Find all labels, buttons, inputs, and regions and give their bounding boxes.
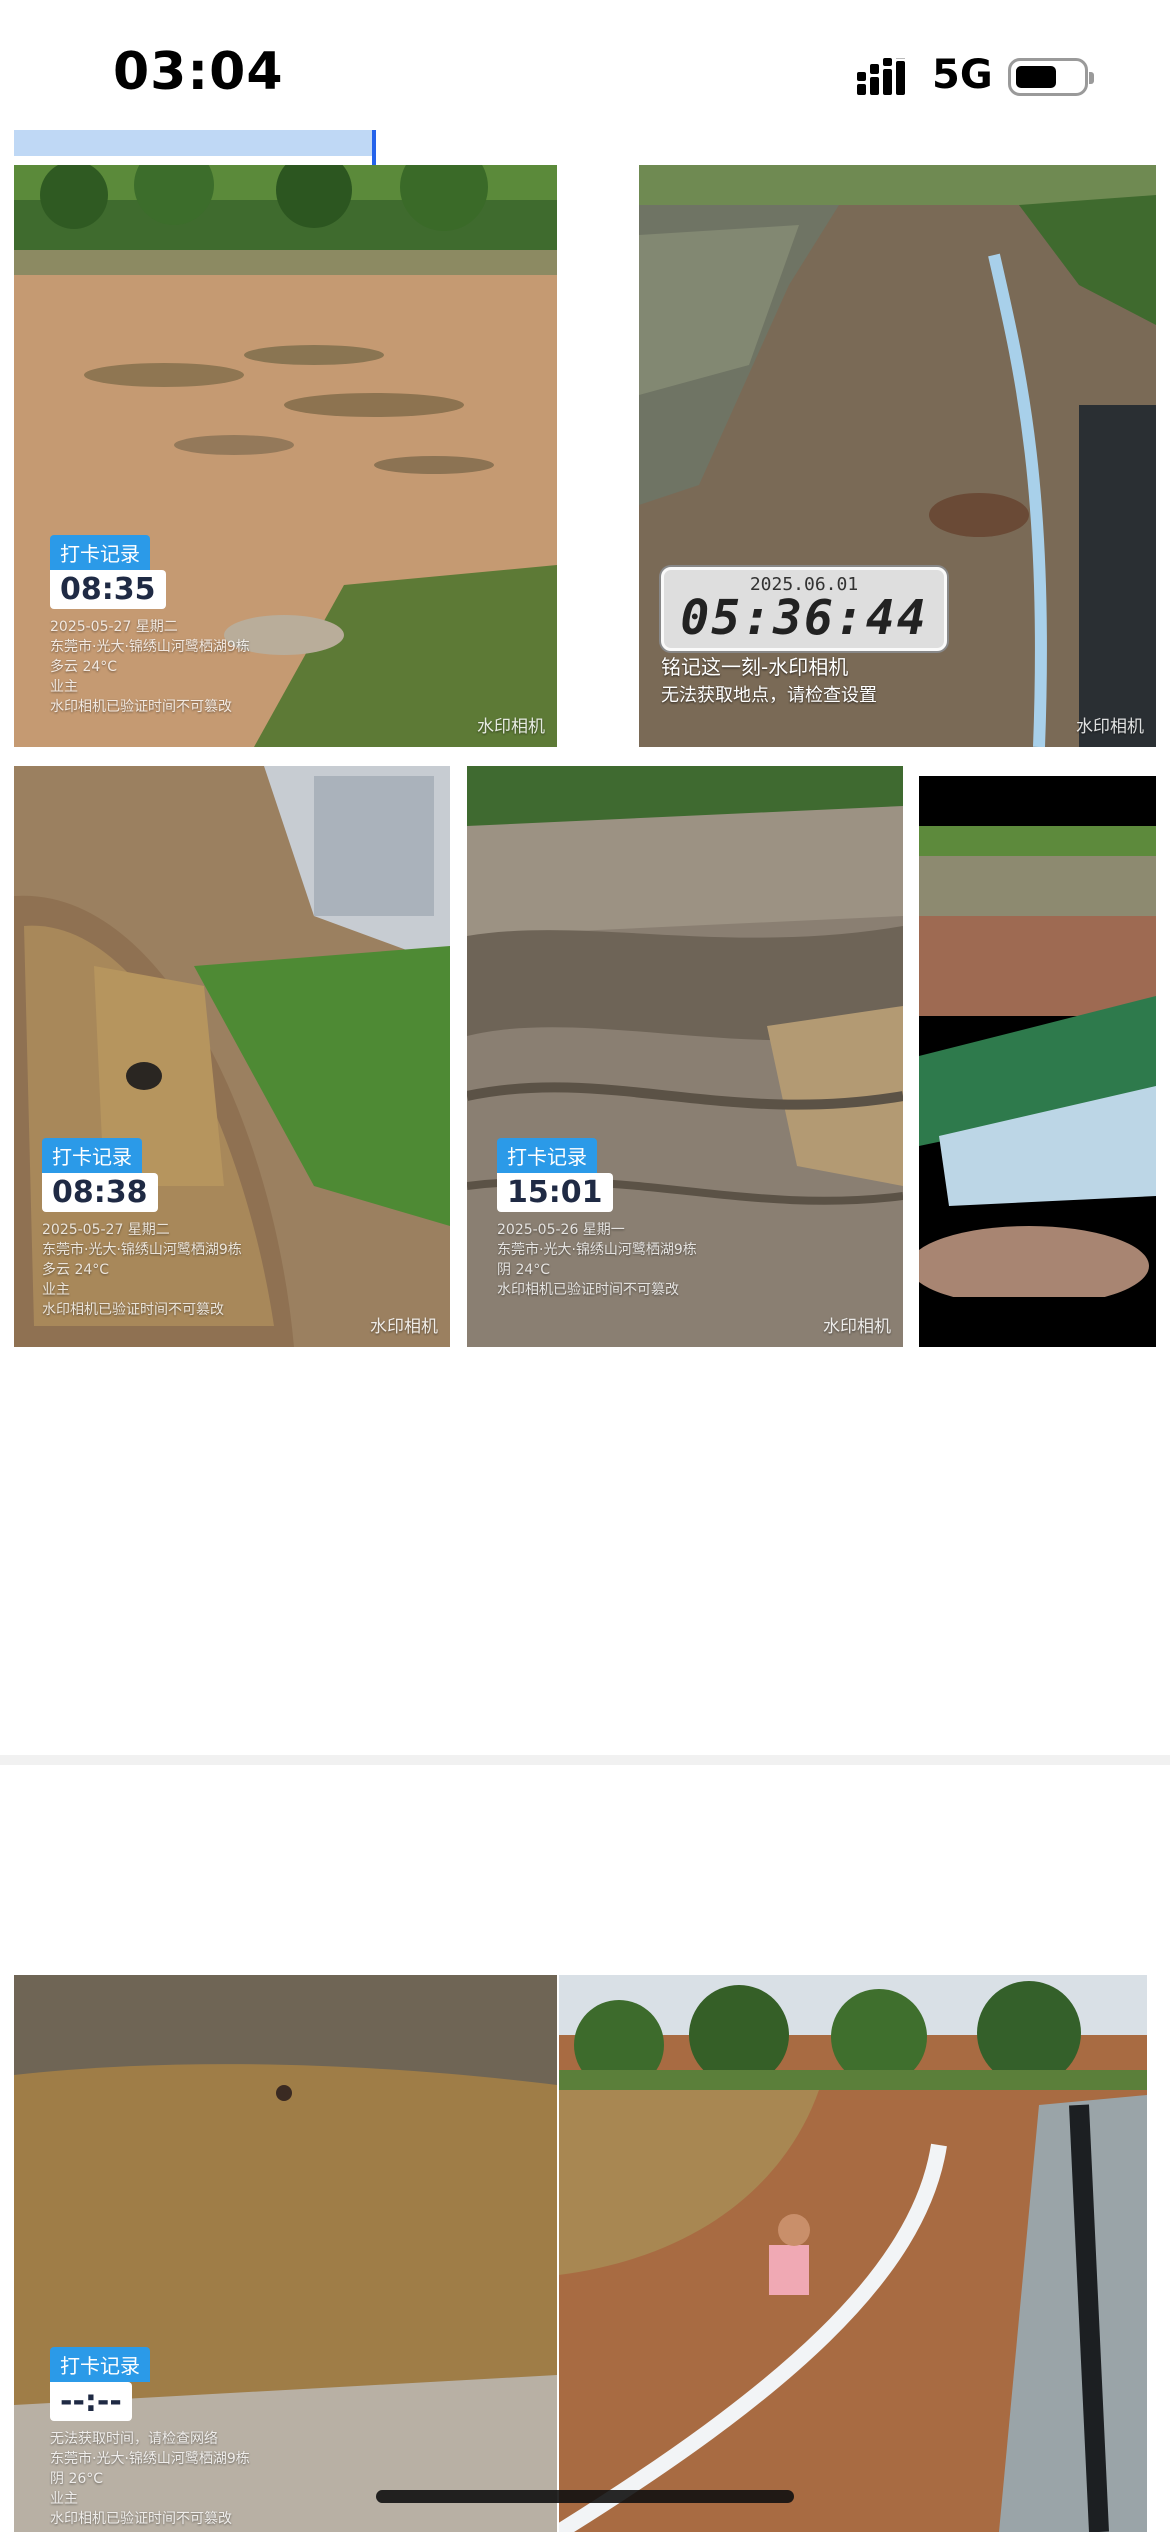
stamp-tag: 打卡记录 (50, 2347, 150, 2382)
stamp-time: 08:35 (50, 570, 166, 609)
stamp-tag: 打卡记录 (497, 1138, 597, 1173)
battery-icon (1008, 58, 1094, 96)
stamp-date: 2025-05-26 星期一 (497, 1222, 625, 1238)
checkin-stamp: 打卡记录 08:35 2025-05-27 星期二 东莞市·光大·锦绣山河鹭栖湖… (50, 535, 250, 717)
status-bar: 03:04 5G (0, 0, 1170, 130)
stamp-location: 东莞市·光大·锦绣山河鹭栖湖9栋 (50, 639, 250, 655)
network-type: 5G (932, 52, 993, 98)
section-divider (0, 1755, 1170, 1765)
stamp-user: 业主 (50, 679, 78, 695)
stamp-tag: 打卡记录 (50, 535, 150, 570)
stamp-date: 2025-05-27 星期二 (42, 1222, 170, 1238)
photo-worker-pipe[interactable] (559, 1975, 1147, 2532)
home-indicator[interactable] (376, 2490, 794, 2503)
photo-pipe-pond[interactable]: 2025.06.01 05:36:44 铭记这一刻-水印相机 无法获取地点，请检… (639, 165, 1156, 747)
checkin-stamp: 打卡记录 --:-- 无法获取时间，请检查网络 东莞市·光大·锦绣山河鹭栖湖9栋… (50, 2347, 250, 2529)
watermark-brand: 水印相机 (370, 1317, 438, 1337)
stamp-weather: 多云 24°C (50, 659, 118, 675)
photo-mud-bank[interactable]: 打卡记录 15:01 2025-05-26 星期一 东莞市·光大·锦绣山河鹭栖湖… (467, 766, 903, 1347)
lcd-time: 05:36:44 (680, 590, 928, 646)
stamp-user: 业主 (42, 1282, 70, 1298)
stamp-user: 业主 (50, 2491, 78, 2507)
stamp-tag: 打卡记录 (42, 1138, 142, 1173)
selection-bar (14, 130, 376, 156)
stamp-weather: 多云 24°C (42, 1262, 110, 1278)
stamp-verify: 水印相机已验证时间不可篡改 (42, 1302, 224, 1318)
stamp-weather: 阴 24°C (497, 1262, 551, 1278)
stamp-time: 15:01 (497, 1173, 613, 1212)
stamp-date: 无法获取时间，请检查网络 (50, 2431, 218, 2447)
watermark-quote: 铭记这一刻-水印相机 (661, 655, 849, 679)
signal-icon (857, 58, 905, 95)
stamp-location: 东莞市·光大·锦绣山河鹭栖湖9栋 (497, 1242, 697, 1258)
checkin-stamp: 打卡记录 15:01 2025-05-26 星期一 东莞市·光大·锦绣山河鹭栖湖… (497, 1138, 697, 1300)
stamp-weather: 阴 26°C (50, 2471, 104, 2487)
stamp-verify: 水印相机已验证时间不可篡改 (497, 1282, 679, 1298)
checkin-stamp: 打卡记录 08:38 2025-05-27 星期二 东莞市·光大·锦绣山河鹭栖湖… (42, 1138, 242, 1320)
stamp-time: --:-- (50, 2382, 132, 2421)
stamp-date: 2025-05-27 星期二 (50, 619, 178, 635)
stamp-verify: 水印相机已验证时间不可篡改 (50, 2511, 232, 2527)
stamp-location: 东莞市·光大·锦绣山河鹭栖湖9栋 (50, 2451, 250, 2467)
photo-tarp[interactable] (919, 776, 1156, 1347)
photo-tilted-pond[interactable]: 打卡记录 08:38 2025-05-27 星期二 东莞市·光大·锦绣山河鹭栖湖… (14, 766, 450, 1347)
watermark-brand: 水印相机 (1076, 717, 1144, 737)
status-time: 03:04 (113, 42, 284, 102)
watermark-brand: 水印相机 (823, 1317, 891, 1337)
stamp-time: 08:38 (42, 1173, 158, 1212)
photo-dry-lakebed[interactable]: 打卡记录 08:35 2025-05-27 星期二 东莞市·光大·锦绣山河鹭栖湖… (14, 165, 557, 747)
stamp-location: 东莞市·光大·锦绣山河鹭栖湖9栋 (42, 1242, 242, 1258)
photo-muddy-pool[interactable]: 打卡记录 --:-- 无法获取时间，请检查网络 东莞市·光大·锦绣山河鹭栖湖9栋… (14, 1975, 557, 2532)
watermark-brand: 水印相机 (477, 717, 545, 737)
lcd-clock: 2025.06.01 05:36:44 (661, 567, 947, 651)
stamp-verify: 水印相机已验证时间不可篡改 (50, 699, 232, 715)
watermark-location: 无法获取地点，请检查设置 (661, 685, 877, 706)
